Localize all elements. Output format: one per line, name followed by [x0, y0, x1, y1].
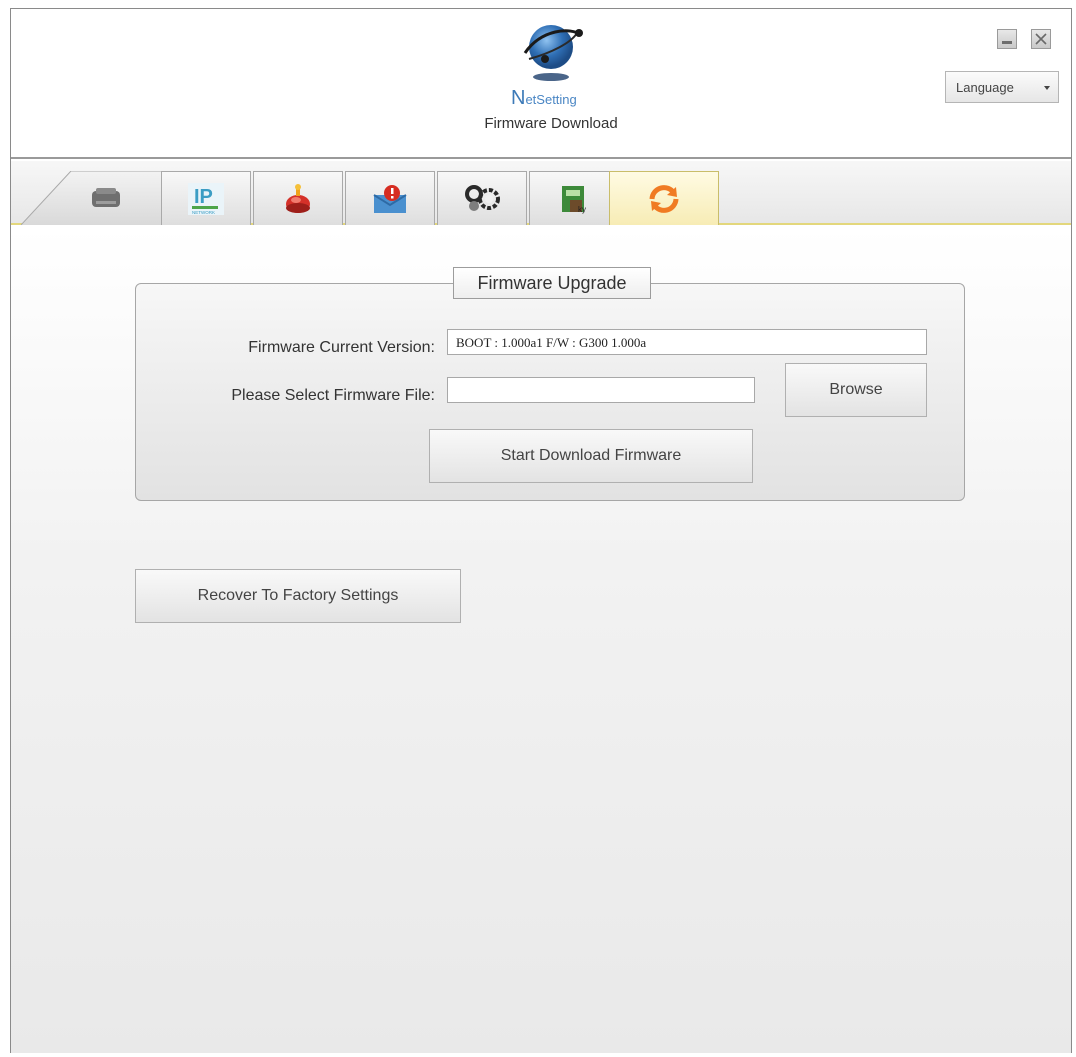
logo-letter: N: [511, 87, 526, 109]
svg-text:ky: ky: [578, 205, 586, 214]
netsetting-logo: NetSetting: [491, 19, 611, 109]
tab-settings[interactable]: [437, 171, 527, 225]
language-dropdown[interactable]: Language: [945, 71, 1059, 103]
svg-text:IP: IP: [194, 186, 213, 208]
tab-firmware-download[interactable]: [609, 171, 719, 225]
tab-ip-network[interactable]: IP NETWORK: [161, 171, 251, 225]
firmware-upgrade-title: Firmware Upgrade: [453, 267, 651, 299]
page-subtitle: Firmware Download: [484, 115, 618, 132]
chevron-down-icon: [1044, 86, 1050, 90]
language-label: Language: [956, 80, 1014, 95]
tab-bar: IP NETWORK ky: [11, 161, 1071, 225]
ip-network-icon: IP NETWORK: [188, 182, 224, 215]
tab-mail-alert[interactable]: [345, 171, 435, 225]
tab-printer[interactable]: [21, 171, 161, 225]
app-header: NetSetting Firmware Download Language: [11, 9, 1071, 159]
browse-button[interactable]: Browse: [785, 363, 927, 417]
tab-alarm[interactable]: [253, 171, 343, 225]
minimize-button[interactable]: [997, 29, 1017, 49]
window-controls: [997, 29, 1051, 49]
gears-icon: [465, 184, 500, 211]
firmware-file-input[interactable]: [447, 377, 755, 403]
close-icon: [1035, 33, 1047, 45]
logo-wordmark: etSetting: [525, 92, 577, 107]
close-button[interactable]: [1031, 29, 1051, 49]
recover-factory-settings-button[interactable]: Recover To Factory Settings: [135, 569, 461, 623]
key-security-icon: ky: [562, 185, 586, 214]
printer-icon: [92, 188, 120, 207]
tab-security-key[interactable]: ky: [529, 171, 619, 225]
start-download-firmware-button[interactable]: Start Download Firmware: [429, 429, 753, 483]
mail-alert-icon: [373, 184, 407, 213]
netsetting-window: NetSetting Firmware Download Language IP…: [10, 8, 1072, 1053]
svg-text:NETWORK: NETWORK: [192, 210, 215, 215]
current-version-label: Firmware Current Version:: [248, 339, 435, 356]
alarm-bell-icon: [286, 183, 310, 213]
firmware-content-panel: Firmware Upgrade Firmware Current Versio…: [11, 227, 1071, 1053]
refresh-icon: [649, 184, 679, 213]
select-file-label: Please Select Firmware File:: [231, 387, 435, 404]
globe-logo-icon: [523, 25, 583, 81]
current-version-field: BOOT : 1.000a1 F/W : G300 1.000a: [447, 329, 927, 355]
